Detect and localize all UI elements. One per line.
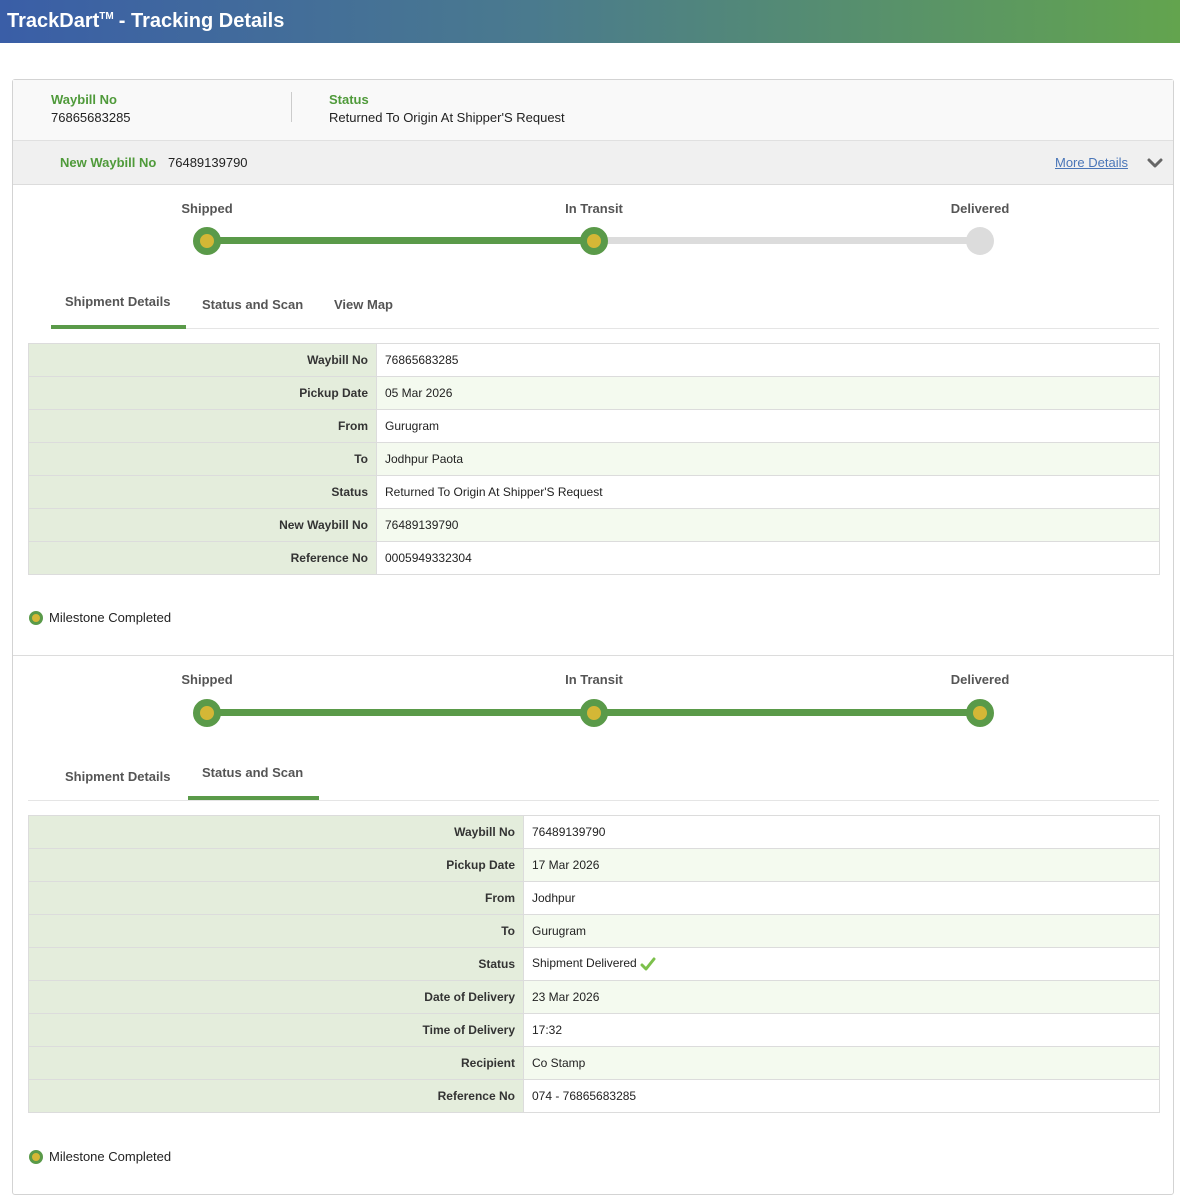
row-value: 76489139790 [523,815,1160,849]
row-key: Status [28,475,377,509]
more-details-link[interactable]: More Details [1055,155,1128,170]
active-tab-indicator [188,796,319,800]
summary-status-label: Status [329,92,369,107]
tab-status-and-scan[interactable]: Status and Scan [202,765,303,780]
row-value: 17:32 [523,1013,1160,1047]
summary-divider [291,92,292,122]
row-value: Jodhpur Paota [376,442,1160,476]
row-key: Recipient [28,1046,524,1080]
tab-rule [28,800,1159,801]
row-value: Jodhpur [523,881,1160,915]
step-label-delivered: Delivered [950,672,1010,687]
tab-view-map[interactable]: View Map [334,297,393,312]
progress-track-done [207,237,594,244]
row-key: Reference No [28,1079,524,1113]
row-value: Gurugram [376,409,1160,443]
row-key: From [28,409,377,443]
milestone-legend-icon [29,1150,43,1164]
table-row: Status Shipment Delivered [28,947,1160,981]
milestone-legend-label: Milestone Completed [49,1149,172,1164]
app-header: TrackDartTM - Tracking Details [0,0,1180,43]
table-row: From Jodhpur [28,881,1160,915]
table-row: To Gurugram [28,914,1160,948]
table-row: Reference No 0005949332304 [28,541,1160,575]
table-row: To Jodhpur Paota [28,442,1160,476]
shipment-details-table: Waybill No 76865683285 Pickup Date 05 Mar … [28,343,1160,575]
tab-status-and-scan[interactable]: Status and Scan [202,297,303,312]
milestone-legend-icon [29,611,43,625]
row-key: Pickup Date [28,376,377,410]
milestone-legend-label: Milestone Completed [49,610,172,625]
milestone-dot-delivered [966,227,994,255]
checkmark-icon [640,957,656,971]
row-key: Waybill No [28,815,524,849]
summary-status-value: Returned To Origin At Shipper'S Request [329,110,565,125]
row-key: Reference No [28,541,377,575]
table-row: Time of Delivery 17:32 [28,1013,1160,1047]
table-row: Pickup Date 17 Mar 2026 [28,848,1160,882]
row-value: 76865683285 [376,343,1160,377]
progress-track-pending [594,237,980,244]
row-key: New Waybill No [28,508,377,542]
step-label-delivered: Delivered [950,201,1010,216]
table-row: Reference No 074 - 76865683285 [28,1079,1160,1113]
row-key: Status [28,947,524,981]
app-title: TrackDartTM - Tracking Details [7,10,285,32]
step-label-in-transit: In Transit [565,201,623,216]
tracking-panel: Waybill No 76865683285 Status Returned T… [12,79,1174,1195]
row-value: Returned To Origin At Shipper'S Request [376,475,1160,509]
row-key: Time of Delivery [28,1013,524,1047]
active-tab-indicator [51,325,186,329]
step-label-in-transit: In Transit [565,672,623,687]
table-row: Date of Delivery 23 Mar 2026 [28,980,1160,1014]
row-key: To [28,442,377,476]
step-label-shipped: Shipped [181,672,233,687]
table-row: From Gurugram [28,409,1160,443]
tab-rule [51,328,1159,329]
row-value: 23 Mar 2026 [523,980,1160,1014]
table-row: Waybill No 76489139790 [28,815,1160,849]
milestone-dot-in-transit [580,699,608,727]
row-value: 05 Mar 2026 [376,376,1160,410]
table-row: Status Returned To Origin At Shipper'S Re… [28,475,1160,509]
milestone-dot-shipped [193,227,221,255]
row-key: From [28,881,524,915]
summary-bar: Waybill No 76865683285 Status Returned T… [13,80,1173,141]
row-value: 17 Mar 2026 [523,848,1160,882]
row-value: Co Stamp [523,1046,1160,1080]
row-key: Waybill No [28,343,377,377]
row-value: 76489139790 [376,508,1160,542]
status-scan-table: Waybill No 76489139790 Pickup Date 17 Mar … [28,815,1160,1113]
row-value: Shipment Delivered [523,947,1160,981]
table-row: Pickup Date 05 Mar 2026 [28,376,1160,410]
row-value: Gurugram [523,914,1160,948]
summary-waybill-value: 76865683285 [51,110,131,125]
row-key: Date of Delivery [28,980,524,1014]
milestone-dot-delivered [966,699,994,727]
table-row: Waybill No 76865683285 [28,343,1160,377]
row-key: Pickup Date [28,848,524,882]
tab-shipment-details[interactable]: Shipment Details [65,294,170,309]
new-waybill-value: 76489139790 [168,155,248,170]
milestone-dot-shipped [193,699,221,727]
new-waybill-label: New Waybill No [60,155,157,170]
new-waybill-bar: New Waybill No 76489139790 More Details [13,141,1173,185]
table-row: Recipient Co Stamp [28,1046,1160,1080]
tab-shipment-details[interactable]: Shipment Details [65,769,170,784]
summary-waybill-label: Waybill No [51,92,117,107]
row-key: To [28,914,524,948]
status-text: Shipment Delivered [532,956,637,971]
row-value: 0005949332304 [376,541,1160,575]
chevron-down-icon[interactable] [1147,155,1163,171]
section-divider [13,655,1173,656]
table-row: New Waybill No 76489139790 [28,508,1160,542]
row-value: 074 - 76865683285 [523,1079,1160,1113]
step-label-shipped: Shipped [181,201,233,216]
milestone-dot-in-transit [580,227,608,255]
